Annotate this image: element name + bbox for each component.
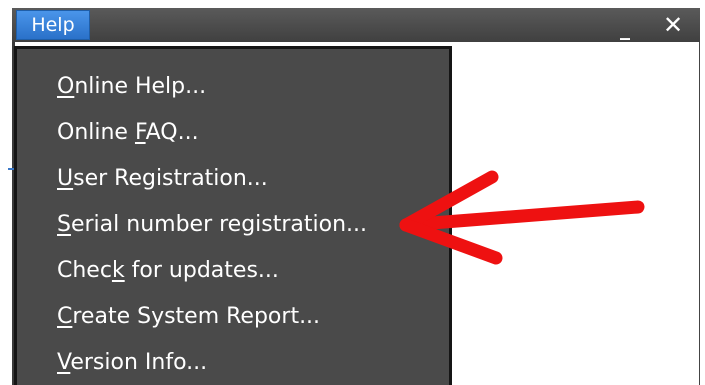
- arrow-head-lower: [399, 218, 503, 265]
- menu-item-serial-number-registration[interactable]: Serial number registration...: [57, 205, 367, 245]
- minimize-icon[interactable]: _: [620, 18, 638, 39]
- menu-item-online-faq[interactable]: Online FAQ...: [57, 113, 199, 153]
- help-dropdown-menu: Online Help... Online FAQ... User Regist…: [14, 46, 452, 385]
- close-icon[interactable]: ✕: [660, 12, 686, 38]
- menu-item-create-system-report[interactable]: Create System Report...: [57, 297, 320, 337]
- window-border-right: [699, 42, 700, 385]
- menu-item-check-for-updates[interactable]: Check for updates...: [57, 251, 279, 291]
- app-window: Help _ ✕ Online Help... Online FAQ... Us…: [0, 0, 705, 385]
- menu-item-user-registration[interactable]: User Registration...: [57, 159, 268, 199]
- menu-bar: [12, 8, 700, 42]
- menu-item-version-info[interactable]: Version Info...: [57, 343, 207, 383]
- help-menu-button[interactable]: Help: [16, 10, 90, 40]
- red-arrow-annotation: [399, 170, 645, 265]
- menu-item-online-help[interactable]: Online Help...: [57, 67, 206, 107]
